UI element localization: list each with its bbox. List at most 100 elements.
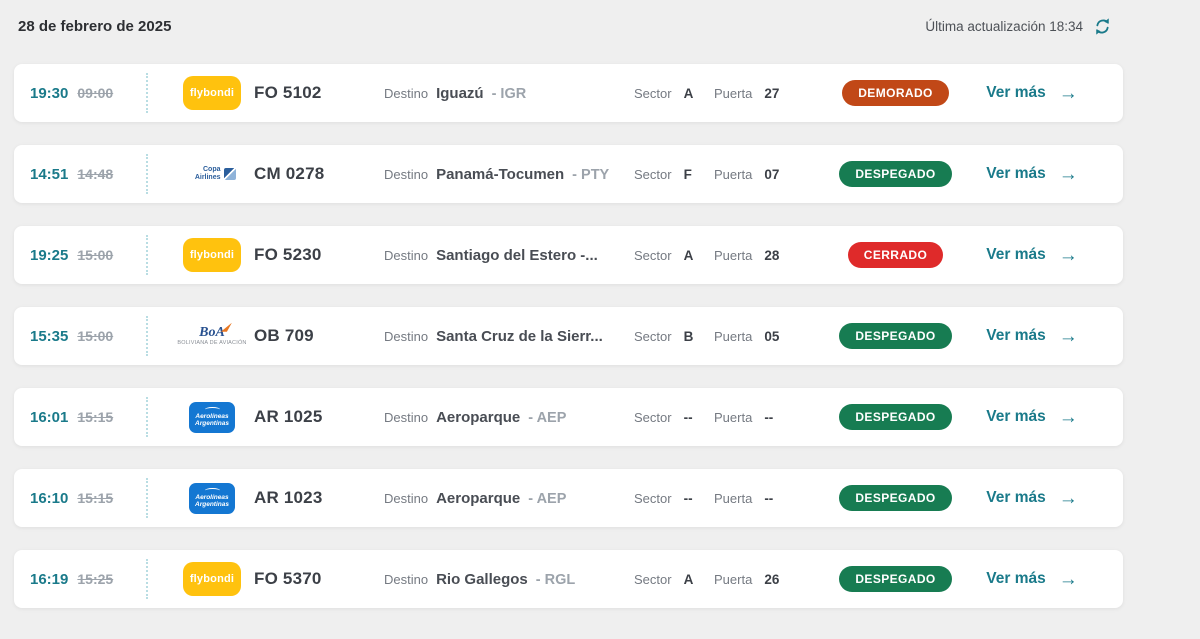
gate-value: 05 xyxy=(764,329,779,344)
time-cell: 16:10 15:15 xyxy=(30,490,146,507)
sector-cell: Sector B xyxy=(634,329,714,344)
status-cell: DESPEGADO xyxy=(834,404,957,430)
flight-number: CM 0278 xyxy=(254,164,374,184)
status-badge: DESPEGADO xyxy=(839,404,951,430)
puerta-label: Puerta xyxy=(714,329,752,344)
sector-cell: Sector A xyxy=(634,572,714,587)
gate-value: 26 xyxy=(764,572,779,587)
gate-cell: Puerta 05 xyxy=(714,329,814,344)
time-cell: 19:30 09:00 xyxy=(30,85,146,102)
updated-time: 14:51 xyxy=(30,166,68,183)
destination-name: Aeroparque xyxy=(436,490,520,507)
ver-mas-label: Ver más xyxy=(986,408,1045,426)
gate-cell: Puerta -- xyxy=(714,491,814,506)
status-cell: DESPEGADO xyxy=(834,485,957,511)
sector-value: A xyxy=(684,572,694,587)
ver-mas-link[interactable]: Ver más → xyxy=(986,408,1077,427)
gate-value: 28 xyxy=(764,248,779,263)
gate-cell: Puerta 28 xyxy=(714,248,814,263)
arrow-right-icon: → xyxy=(1059,246,1078,265)
flight-row: 16:19 15:25 flybondi FO 5370 Destino Rio… xyxy=(14,550,1123,608)
destination-cell: Destino Aeroparque - AEP xyxy=(384,490,634,507)
destination-name: Panamá-Tocumen xyxy=(436,166,564,183)
dotted-separator xyxy=(146,559,148,599)
copa-airlines-logo: Copa Airlines xyxy=(189,166,236,181)
ver-mas-link[interactable]: Ver más → xyxy=(986,327,1077,346)
flight-number: AR 1025 xyxy=(254,407,374,427)
sector-label: Sector xyxy=(634,572,672,587)
destino-label: Destino xyxy=(384,248,428,263)
puerta-label: Puerta xyxy=(714,491,752,506)
more-cell: Ver más → xyxy=(957,165,1107,184)
ver-mas-label: Ver más xyxy=(986,84,1045,102)
more-cell: Ver más → xyxy=(957,84,1107,103)
flight-number: OB 709 xyxy=(254,326,374,346)
destino-label: Destino xyxy=(384,410,428,425)
airline-label: Aerolíneas Argentinas xyxy=(195,413,229,428)
destination-code: - RGL xyxy=(536,572,575,588)
destination-name: Santiago del Estero -... xyxy=(436,247,598,264)
ver-mas-link[interactable]: Ver más → xyxy=(986,570,1077,589)
condor-icon xyxy=(205,488,220,493)
destination-code: - IGR xyxy=(492,86,527,102)
sector-value: A xyxy=(684,248,694,263)
arrow-right-icon: → xyxy=(1059,570,1078,589)
arrow-right-icon: → xyxy=(1059,84,1078,103)
time-cell: 15:35 15:00 xyxy=(30,328,146,345)
ver-mas-link[interactable]: Ver más → xyxy=(986,489,1077,508)
destination-cell: Destino Aeroparque - AEP xyxy=(384,409,634,426)
destination-name: Aeroparque xyxy=(436,409,520,426)
flight-number: FO 5230 xyxy=(254,245,374,265)
sector-value: B xyxy=(684,329,694,344)
puerta-label: Puerta xyxy=(714,572,752,587)
more-cell: Ver más → xyxy=(957,327,1107,346)
flight-row: 14:51 14:48 Copa Airlines CM 0278 Destin… xyxy=(14,145,1123,203)
more-cell: Ver más → xyxy=(957,489,1107,508)
destination-name: Iguazú xyxy=(436,85,484,102)
gate-cell: Puerta -- xyxy=(714,410,814,425)
gate-cell: Puerta 07 xyxy=(714,167,814,182)
sector-cell: Sector -- xyxy=(634,410,714,425)
dotted-separator xyxy=(146,397,148,437)
updated-time: 19:25 xyxy=(30,247,68,264)
ver-mas-link[interactable]: Ver más → xyxy=(986,84,1077,103)
sector-value: -- xyxy=(684,410,693,425)
arrow-right-icon: → xyxy=(1059,327,1078,346)
destination-cell: Destino Santa Cruz de la Sierr... xyxy=(384,328,634,345)
airline-label: flybondi xyxy=(190,249,234,261)
arrow-right-icon: → xyxy=(1059,489,1078,508)
original-time: 15:00 xyxy=(77,328,113,344)
updated-time: 19:30 xyxy=(30,85,68,102)
puerta-label: Puerta xyxy=(714,167,752,182)
destino-label: Destino xyxy=(384,491,428,506)
top-bar: 28 de febrero de 2025 Última actualizaci… xyxy=(0,0,1200,40)
gate-cell: Puerta 27 xyxy=(714,86,814,101)
ver-mas-label: Ver más xyxy=(986,327,1045,345)
ver-mas-link[interactable]: Ver más → xyxy=(986,246,1077,265)
status-cell: CERRADO xyxy=(834,242,957,268)
original-time: 09:00 xyxy=(77,85,113,101)
airline-logo-cell: BoA BOLIVIANA DE AVIACIÓN xyxy=(170,326,254,347)
copa-flag-icon xyxy=(224,168,236,180)
original-time: 15:15 xyxy=(77,490,113,506)
status-badge: CERRADO xyxy=(848,242,943,268)
status-badge: DESPEGADO xyxy=(839,323,951,349)
original-time: 15:25 xyxy=(77,571,113,587)
airline-label: Aerolíneas Argentinas xyxy=(195,494,229,509)
refresh-button[interactable] xyxy=(1093,17,1112,36)
ver-mas-label: Ver más xyxy=(986,570,1045,588)
refresh-icon xyxy=(1093,17,1112,36)
sector-label: Sector xyxy=(634,167,672,182)
gate-value: 27 xyxy=(764,86,779,101)
ver-mas-link[interactable]: Ver más → xyxy=(986,165,1077,184)
gate-value: -- xyxy=(764,410,773,425)
updated-time: 16:19 xyxy=(30,571,68,588)
destino-label: Destino xyxy=(384,167,428,182)
more-cell: Ver más → xyxy=(957,570,1107,589)
airline-label: flybondi xyxy=(190,573,234,585)
destination-cell: Destino Panamá-Tocumen - PTY xyxy=(384,166,634,183)
flight-number: FO 5370 xyxy=(254,569,374,589)
time-cell: 14:51 14:48 xyxy=(30,166,146,183)
flight-row: 16:10 15:15 Aerolíneas Argentinas AR 102… xyxy=(14,469,1123,527)
sector-label: Sector xyxy=(634,410,672,425)
